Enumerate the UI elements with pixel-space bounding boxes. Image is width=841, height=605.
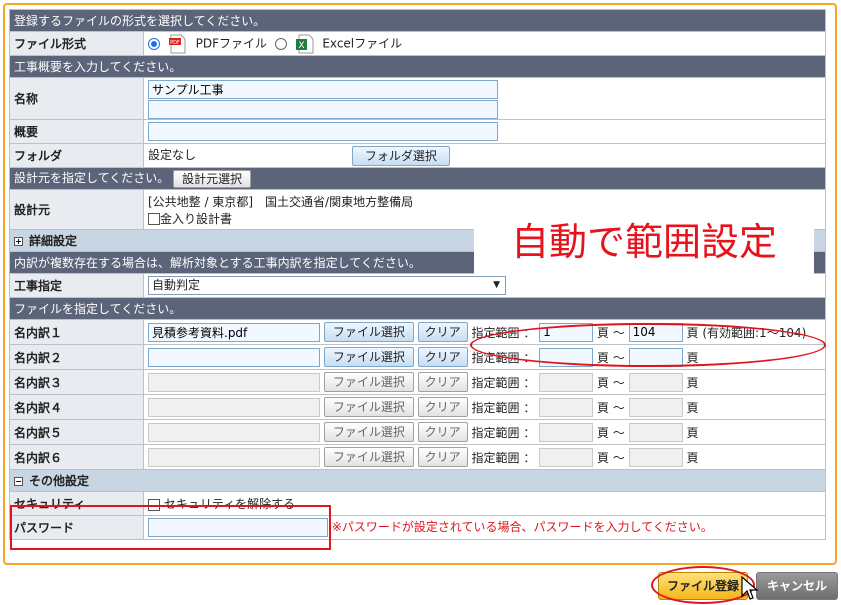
range-unit: 頁 xyxy=(686,375,699,390)
file-row-label: 名内訳２ xyxy=(9,344,144,370)
file-select-button[interactable]: ファイル選択 xyxy=(323,397,414,417)
summary-label: 概要 xyxy=(9,119,144,144)
file-select-button[interactable]: ファイル選択 xyxy=(323,322,414,342)
range-from-input[interactable] xyxy=(539,397,594,417)
designer-section-header: 設計元を指定してください。 xyxy=(14,171,170,186)
other-settings-label: その他設定 xyxy=(29,474,90,488)
file-select-button[interactable]: ファイル選択 xyxy=(323,372,414,392)
file-path-input[interactable] xyxy=(148,422,320,442)
range-to-input[interactable] xyxy=(628,397,683,417)
excel-file-icon: X xyxy=(295,34,315,54)
file-row: 名内訳３ ファイル選択 クリア 指定範囲 ： 頁 ～ 頁 xyxy=(9,369,826,395)
file-clear-button[interactable]: クリア xyxy=(417,447,468,467)
range-unit: 頁 xyxy=(686,400,699,415)
gold-design-checkbox[interactable] xyxy=(148,213,160,225)
range-unit: 頁 xyxy=(686,450,699,465)
range-to-input[interactable] xyxy=(628,422,683,442)
file-row-label: 名内訳１ xyxy=(9,319,144,345)
file-path-input[interactable] xyxy=(148,447,320,467)
range-to-input[interactable] xyxy=(628,447,683,467)
excel-radio[interactable] xyxy=(274,37,287,50)
submit-highlight-ring xyxy=(651,566,755,604)
range-label: 指定範囲 ： xyxy=(471,425,536,440)
range-label: 指定範囲 ： xyxy=(471,375,536,390)
file-clear-button[interactable]: クリア xyxy=(417,347,468,367)
name-input[interactable] xyxy=(148,79,498,99)
file-path-input[interactable] xyxy=(148,347,320,367)
file-clear-button[interactable]: クリア xyxy=(417,422,468,442)
password-note: ※パスワードが設定されている場合、パスワードを入力してください。 xyxy=(331,520,713,534)
file-row-label: 名内訳４ xyxy=(9,394,144,420)
overview-section-header: 工事概要を入力してください。 xyxy=(9,55,826,78)
files-section-header: ファイルを指定してください。 xyxy=(9,297,826,320)
file-row: 名内訳６ ファイル選択 クリア 指定範囲 ： 頁 ～ 頁 xyxy=(9,444,826,470)
designer-value: [公共地整 / 東京都] 国土交通省/関東地方整備局 xyxy=(148,194,414,209)
range-sep: 頁 ～ xyxy=(597,375,625,390)
name-label: 名称 xyxy=(9,77,144,120)
summary-input[interactable] xyxy=(148,122,498,141)
range-unit: 頁 xyxy=(686,425,699,440)
gold-design-label: 金入り設計書 xyxy=(160,211,233,226)
name-input-2[interactable] xyxy=(148,99,498,119)
range-from-input[interactable] xyxy=(539,372,594,392)
designer-select-button[interactable]: 設計元選択 xyxy=(173,169,252,188)
file-path-input[interactable] xyxy=(148,372,320,392)
annotation-label: 自動で範囲設定 xyxy=(474,208,814,276)
collapse-icon: − xyxy=(14,477,23,486)
file-format-label: ファイル形式 xyxy=(9,31,144,56)
range-label: 指定範囲 ： xyxy=(471,450,536,465)
mouse-cursor-icon xyxy=(741,576,759,600)
breakdown-label: 工事指定 xyxy=(9,273,144,298)
range-from-input[interactable] xyxy=(539,422,594,442)
folder-select-button[interactable]: フォルダ選択 xyxy=(351,145,450,166)
folder-value: 設定なし xyxy=(148,148,197,162)
advanced-settings-label: 詳細設定 xyxy=(29,234,78,248)
pdf-radio[interactable] xyxy=(148,37,160,50)
svg-text:PDF: PDF xyxy=(170,40,180,46)
file-row-label: 名内訳５ xyxy=(9,419,144,445)
chevron-down-icon: ▼ xyxy=(493,280,500,290)
pdf-file-icon: PDF xyxy=(168,34,188,54)
range-highlight-ring xyxy=(470,323,826,367)
cancel-button[interactable]: キャンセル xyxy=(756,572,838,600)
range-to-input[interactable] xyxy=(628,372,683,392)
file-clear-button[interactable]: クリア xyxy=(417,372,468,392)
range-sep: 頁 ～ xyxy=(597,425,625,440)
file-row-label: 名内訳６ xyxy=(9,444,144,470)
expand-icon: + xyxy=(14,237,23,246)
format-section-header: 登録するファイルの形式を選択してください。 xyxy=(9,9,826,32)
excel-option-label: Excelファイル xyxy=(322,36,403,50)
range-label: 指定範囲 ： xyxy=(471,400,536,415)
other-settings-toggle[interactable]: − その他設定 xyxy=(9,469,826,492)
range-sep: 頁 ～ xyxy=(597,450,625,465)
file-row: 名内訳５ ファイル選択 クリア 指定範囲 ： 頁 ～ 頁 xyxy=(9,419,826,445)
breakdown-select-value: 自動判定 xyxy=(152,278,201,292)
folder-label: フォルダ xyxy=(9,143,144,168)
file-select-button[interactable]: ファイル選択 xyxy=(323,347,414,367)
file-row: 名内訳４ ファイル選択 クリア 指定範囲 ： 頁 ～ 頁 xyxy=(9,394,826,420)
designer-label: 設計元 xyxy=(9,189,144,230)
breakdown-select[interactable]: 自動判定 ▼ xyxy=(148,276,506,295)
pdf-option-label: PDFファイル xyxy=(195,36,268,50)
file-select-button[interactable]: ファイル選択 xyxy=(323,447,414,467)
range-sep: 頁 ～ xyxy=(597,400,625,415)
file-clear-button[interactable]: クリア xyxy=(417,397,468,417)
file-clear-button[interactable]: クリア xyxy=(417,322,468,342)
file-path-input[interactable] xyxy=(148,397,320,417)
file-row-label: 名内訳３ xyxy=(9,369,144,395)
security-highlight-box xyxy=(10,505,331,550)
range-from-input[interactable] xyxy=(539,447,594,467)
svg-text:X: X xyxy=(298,41,304,51)
file-path-input[interactable] xyxy=(148,322,320,342)
file-select-button[interactable]: ファイル選択 xyxy=(323,422,414,442)
